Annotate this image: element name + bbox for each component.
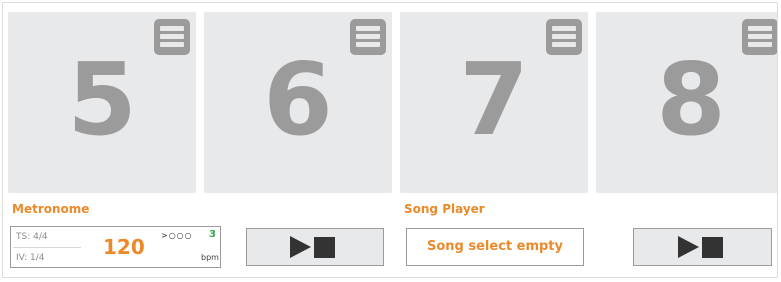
metronome-label: Metronome xyxy=(12,202,90,216)
time-signature: TS: 4/4 xyxy=(16,232,48,242)
pad-number: 5 xyxy=(67,41,137,158)
divider xyxy=(13,247,81,248)
app-frame: 5 6 7 8 Metronome TS: 4/4 IV: 1/4 120 >○… xyxy=(2,2,778,278)
pad-number: 8 xyxy=(656,41,726,158)
pad-8[interactable]: 8 xyxy=(596,12,777,193)
tempo-value: 120 xyxy=(103,235,145,259)
metronome-play-stop-button[interactable] xyxy=(246,228,384,266)
song-select-button[interactable]: Song select empty xyxy=(406,228,584,266)
metronome-display[interactable]: TS: 4/4 IV: 1/4 120 >○○○ 3 bpm xyxy=(10,226,221,268)
stop-icon xyxy=(314,237,335,258)
pad-6[interactable]: 6 xyxy=(204,12,392,193)
beat-indicator: >○○○ xyxy=(161,231,193,240)
pad-number: 6 xyxy=(263,41,333,158)
song-play-stop-button[interactable] xyxy=(633,228,772,266)
song-player-label: Song Player xyxy=(404,202,485,216)
tempo-unit: bpm xyxy=(201,253,219,262)
play-icon xyxy=(677,236,699,258)
play-icon xyxy=(290,236,311,258)
pad-7[interactable]: 7 xyxy=(400,12,588,193)
beat-count: 3 xyxy=(209,229,216,240)
pad-number: 7 xyxy=(459,41,529,158)
interval: IV: 1/4 xyxy=(16,253,45,263)
pad-5[interactable]: 5 xyxy=(8,12,196,193)
stop-icon xyxy=(701,237,723,258)
